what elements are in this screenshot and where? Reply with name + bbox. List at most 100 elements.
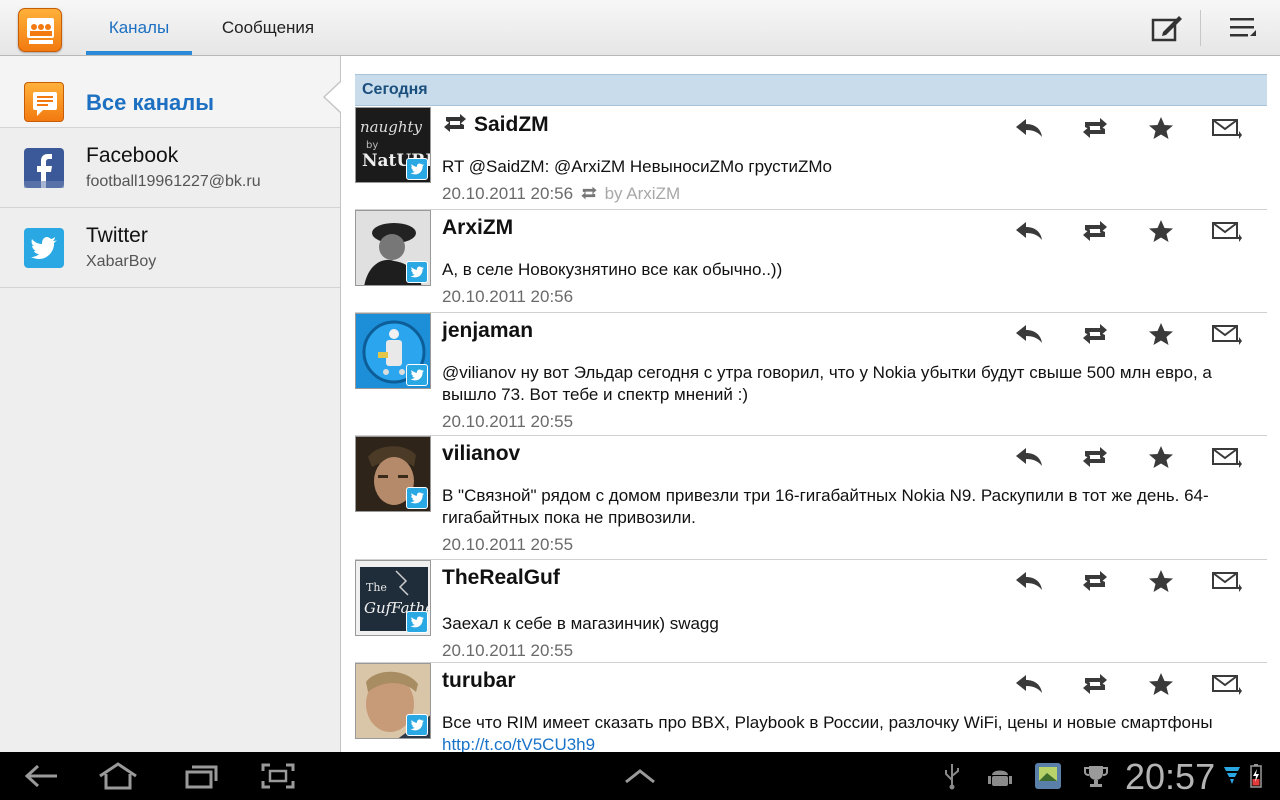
favorite-button[interactable] <box>1141 113 1181 143</box>
post-actions <box>1001 669 1267 699</box>
retweet-button[interactable] <box>1075 442 1115 472</box>
post-author[interactable]: vilianov <box>442 442 520 466</box>
compose-button[interactable] <box>1134 0 1200 56</box>
reply-button[interactable] <box>1009 442 1049 472</box>
retweet-icon <box>1083 324 1107 344</box>
favorite-button[interactable] <box>1141 566 1181 596</box>
direct-message-button[interactable] <box>1207 113 1247 143</box>
home-icon <box>99 762 137 790</box>
expand-tray-button[interactable] <box>610 758 670 794</box>
account-username: XabarBoy <box>86 253 157 270</box>
direct-message-button[interactable] <box>1207 216 1247 246</box>
direct-message-button[interactable] <box>1207 669 1247 699</box>
screenshot-icon <box>261 763 295 789</box>
feed-post[interactable]: The GufFather TheRealGuf Заехал к себе в… <box>355 560 1267 663</box>
retweet-small-icon <box>581 186 597 200</box>
direct-message-button[interactable] <box>1207 319 1247 349</box>
post-author[interactable]: TheRealGuf <box>442 566 560 590</box>
avatar[interactable]: naughty by NatURE <box>355 107 431 183</box>
mail-forward-icon <box>1212 325 1242 345</box>
post-author[interactable]: ArxiZM <box>442 216 513 240</box>
twitter-badge-icon <box>406 261 428 283</box>
star-icon <box>1149 570 1173 592</box>
reply-button[interactable] <box>1009 113 1049 143</box>
svg-text:naughty: naughty <box>360 118 423 136</box>
star-icon <box>1149 117 1173 139</box>
reply-button[interactable] <box>1009 216 1049 246</box>
tab-messages[interactable]: Сообщения <box>200 0 336 56</box>
sidebar-item-all-channels[interactable]: Все каналы <box>0 56 340 128</box>
retweet-icon <box>1083 674 1107 694</box>
feed-post[interactable]: turubar Все что RIM имеет сказать про BB… <box>355 663 1267 752</box>
retweet-button[interactable] <box>1075 113 1115 143</box>
svg-text:by: by <box>366 140 378 151</box>
home-button[interactable] <box>88 758 148 794</box>
selection-pointer-fill <box>325 82 341 112</box>
post-timestamp: 20.10.2011 20:55 <box>442 641 574 660</box>
tab-channels[interactable]: Каналы <box>86 0 192 56</box>
reply-icon <box>1016 222 1042 240</box>
divider <box>1200 10 1201 46</box>
gallery-app-icon <box>1035 763 1061 789</box>
avatar[interactable]: The GufFather <box>355 560 431 636</box>
retweet-icon <box>1083 118 1107 138</box>
facebook-icon <box>24 148 64 188</box>
post-timestamp: 20.10.2011 20:55 <box>442 535 574 554</box>
favorite-button[interactable] <box>1141 669 1181 699</box>
recent-apps-button[interactable] <box>172 758 232 794</box>
feed-post[interactable]: vilianov В "Связной" рядом с домом приве… <box>355 436 1267 560</box>
post-text: В "Связной" рядом с домом привезли три 1… <box>442 486 1209 527</box>
android-debug-icon <box>988 770 1012 786</box>
feed-post[interactable]: jenjaman @vilianov ну вот Эльдар сегодня… <box>355 313 1267 436</box>
star-icon <box>1149 446 1173 468</box>
retweet-button[interactable] <box>1075 216 1115 246</box>
reply-button[interactable] <box>1009 566 1049 596</box>
post-link[interactable]: http://t.co/tV5CU3h9 <box>442 735 595 752</box>
sidebar-item-twitter[interactable]: Twitter XabarBoy <box>0 208 340 288</box>
retweet-button[interactable] <box>1075 669 1115 699</box>
avatar[interactable] <box>355 663 431 739</box>
post-author[interactable]: jenjaman <box>442 319 533 343</box>
twitter-badge-icon <box>406 364 428 386</box>
post-author[interactable]: SaidZM <box>442 113 549 139</box>
direct-message-button[interactable] <box>1207 566 1247 596</box>
post-actions <box>1001 566 1267 596</box>
reply-icon <box>1016 675 1042 693</box>
post-author[interactable]: turubar <box>442 669 516 693</box>
favorite-button[interactable] <box>1141 442 1181 472</box>
star-icon <box>1149 673 1173 695</box>
sidebar-item-label: Facebook <box>86 144 179 167</box>
system-bar: 20:57 <box>0 752 1280 800</box>
twitter-icon <box>24 228 64 268</box>
back-button[interactable] <box>12 758 72 794</box>
retweet-button[interactable] <box>1075 566 1115 596</box>
trophy-notification[interactable] <box>1068 758 1124 794</box>
status-clock[interactable]: 20:57 <box>1125 756 1215 798</box>
mail-forward-icon <box>1212 675 1242 695</box>
favorite-button[interactable] <box>1141 319 1181 349</box>
reply-button[interactable] <box>1009 319 1049 349</box>
feed-post[interactable]: naughty by NatURE SaidZM RT @SaidZM: @Ar… <box>355 107 1267 210</box>
twitter-badge-icon <box>406 714 428 736</box>
retweet-button[interactable] <box>1075 319 1115 349</box>
avatar[interactable] <box>355 436 431 512</box>
avatar[interactable] <box>355 210 431 286</box>
battery-charging-icon <box>1250 764 1262 788</box>
twitter-badge-icon <box>406 158 428 180</box>
avatar[interactable] <box>355 313 431 389</box>
reply-icon <box>1016 572 1042 590</box>
favorite-button[interactable] <box>1141 216 1181 246</box>
sidebar-item-label: Twitter <box>86 224 148 247</box>
sidebar-item-facebook[interactable]: Facebook football19961227@bk.ru <box>0 128 340 208</box>
mail-forward-icon <box>1212 448 1242 468</box>
reply-button[interactable] <box>1009 669 1049 699</box>
screenshot-button[interactable] <box>248 758 308 794</box>
post-text: RT @SaidZM: @ArxiZM НевыносиZMо грустиZM… <box>442 157 832 176</box>
mail-forward-icon <box>1212 119 1242 139</box>
feed-post[interactable]: ArxiZM А, в селе Новокузнятино все как о… <box>355 210 1267 313</box>
app-logo-icon[interactable] <box>18 8 62 52</box>
reply-icon <box>1016 325 1042 343</box>
feed-panel[interactable]: Сегодня naughty by NatURE SaidZM RT @Sai… <box>342 56 1280 752</box>
overflow-menu-button[interactable] <box>1210 0 1276 56</box>
direct-message-button[interactable] <box>1207 442 1247 472</box>
